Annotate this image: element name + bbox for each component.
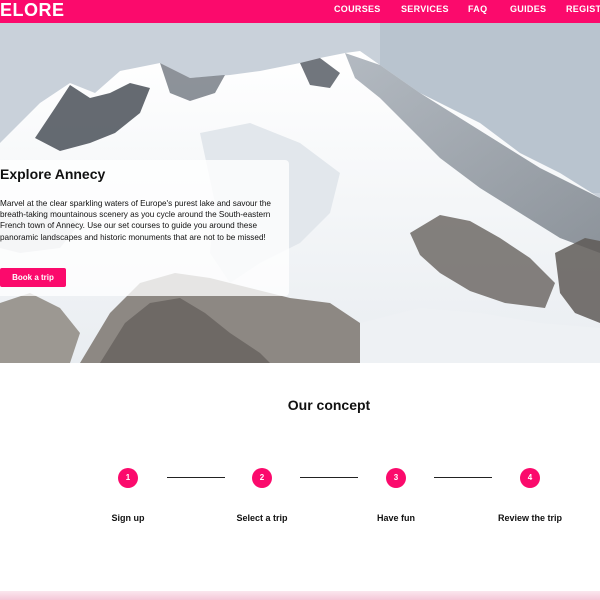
nav-item-courses[interactable]: COURSES — [334, 0, 381, 23]
hero-banner: Explore Annecy Marvel at the clear spark… — [0, 23, 600, 363]
step-number-badge: 4 — [520, 468, 540, 488]
main-nav: COURSES SERVICES FAQ GUIDES REGISTE — [334, 0, 600, 23]
concept-step-signup: 1 Sign up — [73, 468, 183, 523]
step-number-badge: 2 — [252, 468, 272, 488]
concept-step-review: 4 Review the trip — [475, 468, 585, 523]
nav-item-faq[interactable]: FAQ — [468, 0, 487, 23]
concept-step-select-trip: 2 Select a trip — [207, 468, 317, 523]
step-number-badge: 3 — [386, 468, 406, 488]
step-label: Review the trip — [497, 513, 562, 523]
footer-strip — [0, 591, 600, 600]
step-label: Sign up — [111, 513, 145, 523]
nav-item-register[interactable]: REGISTE — [566, 0, 600, 23]
step-label: Select a trip — [236, 513, 288, 523]
concept-step-have-fun: 3 Have fun — [341, 468, 451, 523]
nav-item-guides[interactable]: GUIDES — [510, 0, 546, 23]
concept-heading: Our concept — [287, 397, 371, 413]
site-logo[interactable]: ELORE — [0, 0, 65, 23]
step-number-badge: 1 — [118, 468, 138, 488]
hero-description: Marvel at the clear sparkling waters of … — [0, 199, 271, 242]
nav-item-services[interactable]: SERVICES — [401, 0, 449, 23]
hero-title: Explore Annecy — [0, 166, 106, 182]
step-label: Have fun — [376, 513, 415, 523]
hero-intro-card: Explore Annecy Marvel at the clear spark… — [0, 160, 289, 296]
top-nav-bar: ELORE COURSES SERVICES FAQ GUIDES REGIST… — [0, 0, 600, 23]
book-trip-button[interactable]: Book a trip — [0, 268, 66, 287]
